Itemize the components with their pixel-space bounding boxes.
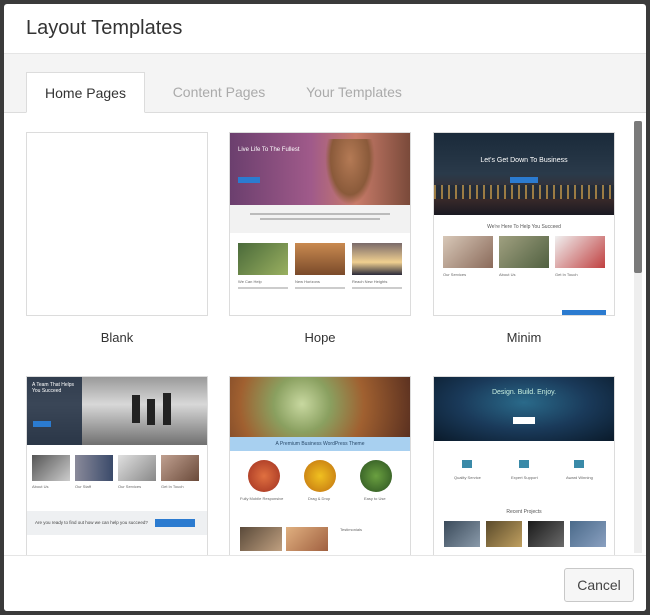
users-icon <box>519 460 529 468</box>
premium-band: A Premium Business WordPress Theme <box>230 437 410 451</box>
hope-col-3-title: Reach New Heights <box>352 279 388 284</box>
hope-hero-title: Live Life To The Fullest <box>238 147 300 153</box>
hope-col-1-title: We Can Help <box>238 279 262 284</box>
team-image-2 <box>75 455 113 481</box>
minim-hero-image: Let's Get Down To Business <box>434 133 614 215</box>
team-cta-band: Are you ready to find out how we can hel… <box>27 511 207 535</box>
layout-templates-dialog: Layout Templates Home Pages Content Page… <box>4 4 646 611</box>
bubble-hero-image <box>230 377 410 437</box>
team-hero-button <box>33 421 51 427</box>
feature-2-title: Drag & Drop <box>308 496 331 501</box>
dialog-footer: Cancel <box>4 555 646 611</box>
project-image-3 <box>528 521 564 547</box>
project-image-1 <box>444 521 480 547</box>
templates-grid: Blank Live Life To The Fullest We Can He… <box>4 113 646 555</box>
team-cta-text: Are you ready to find out how we can hel… <box>35 520 148 525</box>
team-col-2: Our Staff <box>75 484 91 489</box>
template-card-5[interactable]: A Premium Business WordPress Theme Fully… <box>229 376 411 555</box>
scrollbar-thumb[interactable] <box>634 121 642 273</box>
hope-col-2-title: New Horizons <box>295 279 320 284</box>
team-image-4 <box>161 455 199 481</box>
testimonials-title: Testimonials <box>340 527 363 532</box>
minim-image-1 <box>443 236 493 268</box>
minim-col-2-title: About Us <box>499 272 516 277</box>
design-feature-3: Award Winning <box>566 475 593 480</box>
template-label-blank: Blank <box>100 330 134 345</box>
project-image-4 <box>570 521 606 547</box>
hope-image-2 <box>295 243 345 275</box>
team-col-1: About Us <box>32 484 49 489</box>
template-label-minim: Minim <box>506 330 542 345</box>
template-card-4[interactable]: A Team That Helps You Succeed About Us O… <box>26 376 208 555</box>
hope-hero-image: Live Life To The Fullest <box>230 133 410 205</box>
minim-image-2 <box>499 236 549 268</box>
design-feature-2: Expert Support <box>511 475 538 480</box>
bottom-image-2 <box>286 527 328 551</box>
cancel-button[interactable]: Cancel <box>564 568 634 602</box>
minim-footer-bar <box>562 310 606 315</box>
design-hero-image: Design. Build. Enjoy. <box>434 377 614 441</box>
feature-image-3 <box>360 460 392 492</box>
tab-label: Content Pages <box>172 84 266 100</box>
bottom-image-1 <box>240 527 282 551</box>
tab-home-pages[interactable]: Home Pages <box>26 72 145 113</box>
premium-band-title: A Premium Business WordPress Theme <box>275 441 365 447</box>
hope-image-3 <box>352 243 402 275</box>
tab-your-templates[interactable]: Your Templates <box>289 72 419 112</box>
trophy-icon <box>574 460 584 468</box>
minim-col-1-title: Our Services <box>443 272 467 277</box>
feature-1-title: Fully Mobile Responsive <box>240 496 284 501</box>
recent-projects-title: Recent Projects <box>506 509 542 515</box>
dialog-header: Layout Templates <box>4 4 646 54</box>
team-hero-title: A Team That Helps You Succeed <box>32 382 75 394</box>
minim-image-3 <box>555 236 605 268</box>
tab-content-pages[interactable]: Content Pages <box>154 72 284 112</box>
template-card-hope[interactable]: Live Life To The Fullest We Can Help New… <box>229 132 411 316</box>
design-hero-button <box>513 417 535 424</box>
girl-braids-image <box>325 139 375 205</box>
team-image-3 <box>118 455 156 481</box>
team-col-3: Our Services <box>118 484 142 489</box>
design-feature-1: Quality Service <box>454 475 481 480</box>
minim-section-title: We're Here To Help You Succeed <box>487 224 561 230</box>
minim-col-3-title: Get In Touch <box>555 272 578 277</box>
template-card-minim[interactable]: Let's Get Down To Business We're Here To… <box>433 132 615 316</box>
hope-hero-button <box>238 177 260 183</box>
hope-quote-band <box>230 205 410 233</box>
thumbs-up-icon <box>462 460 472 468</box>
tab-label: Home Pages <box>45 84 126 101</box>
hope-image-1 <box>238 243 288 275</box>
project-image-2 <box>486 521 522 547</box>
tab-bar: Home Pages Content Pages Your Templates <box>4 54 646 113</box>
minim-hero-button <box>510 177 538 183</box>
dialog-title: Layout Templates <box>26 17 183 39</box>
feature-image-2 <box>304 460 336 492</box>
template-label-hope: Hope <box>304 330 336 345</box>
feature-image-1 <box>248 460 280 492</box>
template-card-6[interactable]: Design. Build. Enjoy. Quality Service Ex… <box>433 376 615 555</box>
design-hero-title: Design. Build. Enjoy. <box>491 389 557 396</box>
minim-hero-title: Let's Get Down To Business <box>480 157 568 164</box>
template-card-blank[interactable] <box>26 132 208 316</box>
team-hero-image: A Team That Helps You Succeed <box>27 377 207 445</box>
tab-label: Your Templates <box>306 84 402 100</box>
team-image-1 <box>32 455 70 481</box>
team-col-4: Get In Touch <box>161 484 184 489</box>
feature-3-title: Easy to Use <box>364 496 386 501</box>
